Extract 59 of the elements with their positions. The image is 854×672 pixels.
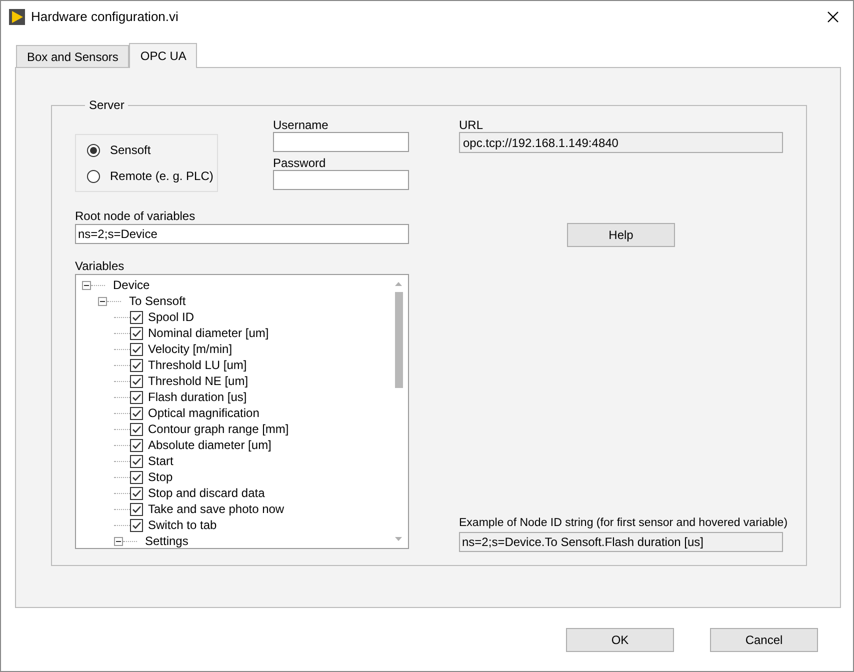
checkbox[interactable] bbox=[130, 502, 143, 516]
checkbox[interactable] bbox=[130, 374, 143, 388]
checkbox[interactable] bbox=[130, 310, 143, 324]
radio-button[interactable] bbox=[87, 144, 100, 156]
dialog-button[interactable]: OK bbox=[566, 628, 674, 652]
checkbox[interactable] bbox=[130, 326, 143, 340]
variable-item[interactable]: Nominal diameter [um] bbox=[148, 324, 269, 342]
node-id-field[interactable]: ns=2;s=Device.To Sensoft.Flash duration [us] bbox=[459, 532, 783, 552]
close-icon[interactable] bbox=[827, 10, 839, 22]
radio-label: Remote (e. g. PLC) bbox=[110, 168, 214, 185]
tab[interactable]: Box and Sensors bbox=[16, 45, 130, 67]
variable-item[interactable]: Velocity [m/min] bbox=[148, 340, 232, 358]
variable-item[interactable]: Threshold LU [um] bbox=[148, 356, 247, 374]
tree-node[interactable]: Device bbox=[113, 276, 150, 294]
collapse-icon[interactable] bbox=[114, 536, 123, 546]
variable-item[interactable]: Stop and discard data bbox=[148, 484, 265, 502]
variable-item[interactable]: Flash duration [us] bbox=[148, 388, 247, 406]
field-label: Variables bbox=[75, 258, 126, 274]
checkbox[interactable] bbox=[130, 342, 143, 356]
field-label: Root node of variables bbox=[75, 208, 196, 224]
variable-item[interactable]: Contour graph range [mm] bbox=[148, 420, 289, 438]
group-title: Server bbox=[88, 97, 126, 114]
root-node-field[interactable]: ns=2;s=Device bbox=[75, 224, 409, 244]
dialog-button[interactable]: Cancel bbox=[710, 628, 818, 652]
checkbox[interactable] bbox=[130, 390, 143, 404]
variable-item[interactable]: Optical magnification bbox=[148, 404, 260, 422]
checkbox[interactable] bbox=[130, 470, 143, 484]
collapse-icon[interactable] bbox=[82, 280, 91, 290]
variable-item[interactable]: Absolute diameter [um] bbox=[148, 436, 272, 454]
app-icon bbox=[9, 8, 25, 24]
tab[interactable]: OPC UA bbox=[129, 43, 198, 68]
username-field[interactable] bbox=[273, 132, 409, 152]
variable-item[interactable]: Switch to tab bbox=[148, 516, 217, 534]
field-label: Username bbox=[273, 117, 330, 132]
checkbox[interactable] bbox=[130, 518, 143, 532]
scroll-thumb[interactable] bbox=[394, 292, 402, 388]
variable-item[interactable]: Threshold NE [um] bbox=[148, 372, 248, 390]
window-title: Hardware configuration.vi bbox=[31, 8, 178, 26]
checkbox[interactable] bbox=[130, 422, 143, 436]
collapse-icon[interactable] bbox=[98, 296, 107, 306]
checkbox[interactable] bbox=[130, 406, 143, 420]
radio-button[interactable] bbox=[87, 170, 100, 182]
field-label: Example of Node ID string (for first sensor and hovered variable) bbox=[459, 516, 788, 531]
variable-item[interactable]: Spool ID bbox=[148, 308, 194, 326]
variable-item[interactable]: Stop bbox=[148, 468, 173, 486]
field-label: URL bbox=[459, 117, 484, 132]
tree-node[interactable]: To Sensoft bbox=[129, 292, 186, 310]
password-field[interactable] bbox=[273, 170, 409, 190]
variable-item[interactable]: Take and save photo now bbox=[148, 500, 284, 518]
radio-label: Sensoft bbox=[110, 142, 151, 159]
tree-node[interactable]: Settings bbox=[145, 532, 188, 548]
checkbox[interactable] bbox=[130, 438, 143, 452]
field-label: Password bbox=[273, 155, 327, 170]
checkbox[interactable] bbox=[130, 358, 143, 372]
checkbox[interactable] bbox=[130, 454, 143, 468]
url-field[interactable]: opc.tcp://192.168.1.149:4840 bbox=[459, 132, 783, 153]
help-button[interactable]: Help bbox=[567, 223, 675, 247]
checkbox[interactable] bbox=[130, 486, 143, 500]
variable-item[interactable]: Start bbox=[148, 452, 174, 470]
